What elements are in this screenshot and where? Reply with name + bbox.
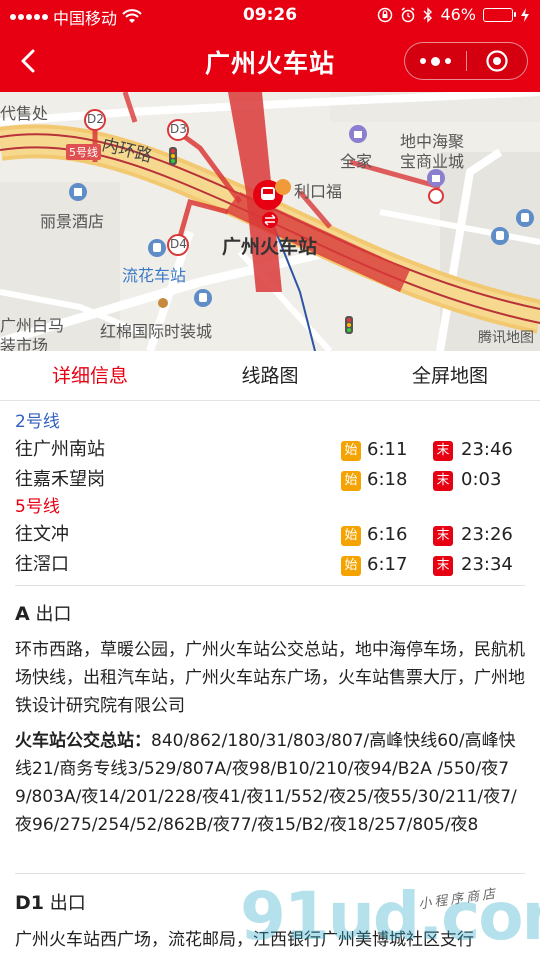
last-train-tag: 末 (433, 526, 453, 546)
tab-route-map[interactable]: 线路图 (180, 351, 360, 400)
first-train-time: 6:18 (367, 469, 408, 490)
map-label-lijing: 丽景酒店 (40, 212, 105, 231)
status-right: 46% (377, 5, 530, 24)
more-menu-button[interactable] (405, 43, 466, 79)
map-label-dizhonghai-2: 宝商业城 (400, 152, 465, 171)
map-label-likoufu: 利口福 (294, 182, 343, 201)
first-train-time: 6:16 (367, 524, 408, 545)
last-train-tag: 末 (433, 556, 453, 576)
target-close-icon (486, 50, 508, 72)
last-train-tag: 末 (433, 471, 453, 491)
direction-row: 往文冲 始 6:16 末 23:26 (15, 520, 525, 550)
exit-a-description: 环市西路，草暖公园，广州火车站公交总站，地中海停车场，民航机场快线，出租汽车站，… (15, 640, 525, 716)
last-train-time: 23:34 (461, 554, 513, 575)
section-divider (15, 873, 525, 874)
navigation-bar: 广州火车站 (0, 30, 540, 92)
traffic-light-icon (169, 147, 177, 165)
charging-icon (521, 7, 529, 22)
bus-stop-icon-3 (516, 209, 534, 227)
direction-destination: 往嘉禾望岗 (15, 469, 105, 490)
station-map[interactable]: 代售处 D2 D3 D4 5号线 内环路 全家 利口福 地中海聚 宝商业城 丽景… (0, 92, 540, 351)
section-divider (15, 585, 525, 586)
first-train-tag: 始 (341, 556, 361, 576)
last-train-time: 23:46 (461, 439, 513, 460)
transfer-icon (262, 212, 278, 228)
exit-suffix: 出口 (49, 893, 86, 914)
restaurant-icon (275, 179, 291, 195)
line-name-5: 5号线 (15, 497, 60, 517)
map-label-hongmian: 红棉国际时装城 (100, 322, 213, 341)
last-train-time: 0:03 (461, 469, 502, 490)
direction-row: 往滘口 始 6:17 末 23:34 (15, 550, 525, 580)
line-schedule: 2号线 往广州南站 始 6:11 末 23:46 往嘉禾望岗 始 6:18 末 … (15, 410, 525, 580)
status-bar: 中国移动 09:26 46% (0, 0, 540, 30)
exit-a-bus-info: 火车站公交总站：840/862/180/31/803/807/高峰快线60/高峰… (15, 727, 525, 839)
map-label-d2: D2 (87, 112, 104, 126)
battery-percent: 46% (440, 5, 476, 24)
map-provider-logo: 腾讯地图 (478, 330, 534, 346)
bus-station-label: 火车站公交总站： (15, 731, 151, 751)
first-train-time: 6:17 (367, 554, 408, 575)
first-train-tag: 始 (341, 526, 361, 546)
first-train-time: 6:11 (367, 439, 408, 460)
hotel-icon (69, 183, 87, 201)
bus-stop-icon-2 (194, 289, 212, 307)
exit-title-d1: D1 出口 (15, 889, 86, 915)
direction-destination: 往广州南站 (15, 439, 105, 460)
close-miniprogram-button[interactable] (467, 43, 528, 79)
bus-stop-icon (148, 239, 166, 257)
first-train-tag: 始 (341, 441, 361, 461)
map-label-ticket-office: 代售处 (0, 104, 49, 123)
map-label-d3: D3 (170, 122, 187, 136)
direction-row: 往嘉禾望岗 始 6:18 末 0:03 (15, 465, 525, 495)
more-dots-icon (419, 56, 451, 66)
alarm-icon (401, 6, 415, 22)
map-label-line5: 5号线 (66, 144, 101, 160)
first-train-tag: 始 (341, 471, 361, 491)
miniprogram-capsule (404, 42, 528, 80)
last-train-tag: 末 (433, 441, 453, 461)
map-label-d4: D4 (170, 237, 187, 251)
exit-title-a: A 出口 (15, 600, 71, 626)
direction-destination: 往滘口 (15, 554, 69, 575)
bluetooth-icon (423, 6, 433, 23)
traffic-light-icon-2 (345, 316, 353, 334)
map-label-station: 广州火车站 (222, 236, 318, 258)
shopping-icon (349, 125, 367, 143)
direction-row: 往广州南站 始 6:11 末 23:46 (15, 435, 525, 465)
tab-fullscreen-map[interactable]: 全屏地图 (360, 351, 540, 400)
battery-icon (483, 7, 516, 22)
watermark-caption: 小程序商店 (417, 886, 499, 913)
tab-details[interactable]: 详细信息 (0, 351, 180, 400)
map-label-baima-2: 装市场 (0, 336, 49, 351)
last-train-time: 23:26 (461, 524, 513, 545)
direction-destination: 往文冲 (15, 524, 69, 545)
exit-code: A (15, 603, 30, 625)
exit-code: D1 (15, 892, 44, 914)
tab-bar: 详细信息 线路图 全屏地图 (0, 351, 540, 401)
map-label-liuhua: 流花车站 (122, 266, 187, 285)
line-name-2: 2号线 (15, 412, 60, 432)
exit-d1-description: 广州火车站西广场，流花邮局，江西银行广州美博城社区支行 (15, 930, 474, 950)
metro-entrance-icon (428, 188, 444, 204)
orientation-lock-icon (378, 7, 393, 22)
exit-suffix: 出口 (35, 604, 72, 625)
map-label-quanjia: 全家 (340, 152, 373, 171)
bus-stop-icon-4 (491, 227, 509, 245)
poi-icon (158, 298, 168, 308)
